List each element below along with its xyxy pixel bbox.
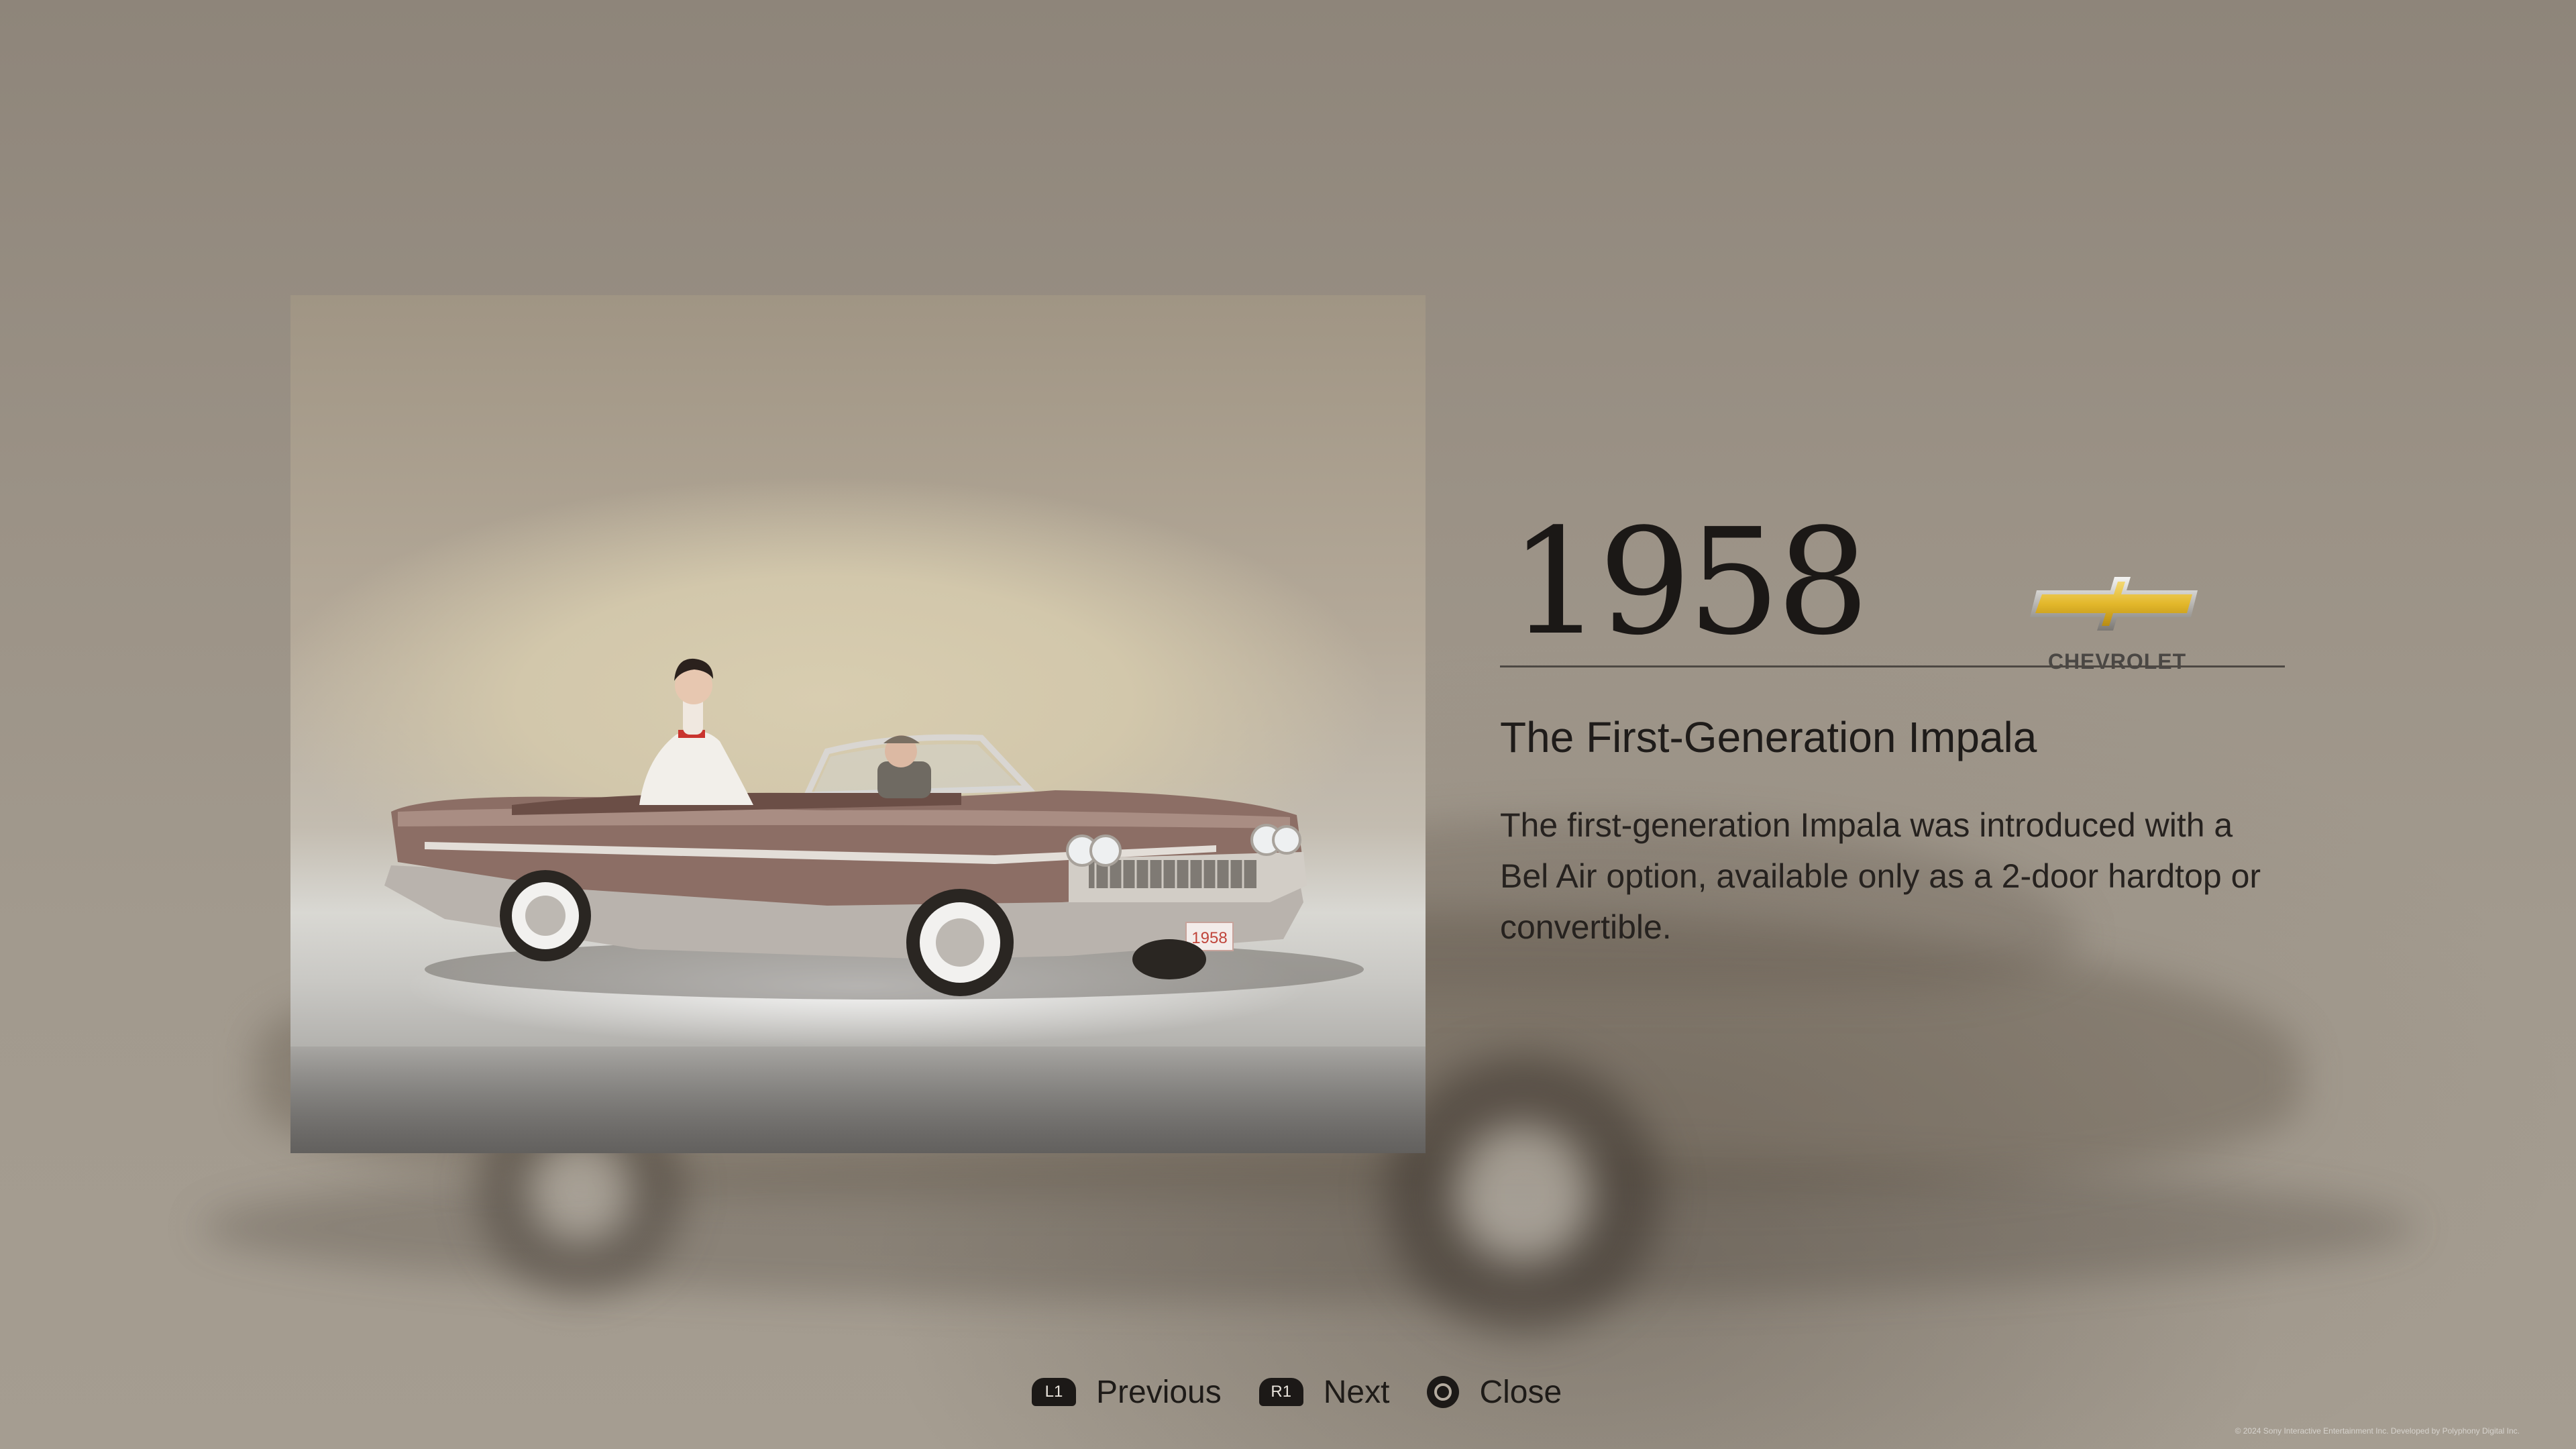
controller-hints: L1 Previous R1 Next Close bbox=[1032, 1368, 1562, 1415]
previous-label: Previous bbox=[1096, 1374, 1222, 1410]
next-label: Next bbox=[1323, 1374, 1390, 1410]
circle-button-icon bbox=[1427, 1376, 1460, 1408]
close-button[interactable]: Close bbox=[1427, 1374, 1562, 1411]
l1-button-icon: L1 bbox=[1032, 1378, 1076, 1406]
headline: The First-Generation Impala bbox=[1500, 713, 2037, 761]
next-button[interactable]: R1 Next bbox=[1258, 1374, 1390, 1411]
chevrolet-bowtie-icon bbox=[2030, 577, 2198, 631]
description: The first-generation Impala was introduc… bbox=[1500, 806, 2261, 946]
background-car-shadow bbox=[201, 1154, 2415, 1301]
copyright-notice: © 2024 Sony Interactive Entertainment In… bbox=[2235, 1426, 2520, 1436]
brand-name: CHEVROLET bbox=[2047, 649, 2187, 674]
close-label: Close bbox=[1479, 1374, 1562, 1410]
model-year: 1958 bbox=[1509, 498, 1870, 667]
car-illustration: 1958 bbox=[384, 658, 1364, 1000]
brand-logo: CHEVROLET bbox=[2030, 550, 2204, 674]
license-plate-text: 1958 bbox=[1191, 929, 1227, 947]
previous-button[interactable]: L1 Previous bbox=[1032, 1374, 1222, 1411]
divider bbox=[1500, 665, 2285, 667]
vintage-car-photo: 1958 bbox=[290, 295, 1426, 1153]
gallery-screen: 1958 1958 CHEVROLET The First-Generation… bbox=[0, 0, 2576, 1449]
r1-button-icon: R1 bbox=[1258, 1378, 1303, 1406]
